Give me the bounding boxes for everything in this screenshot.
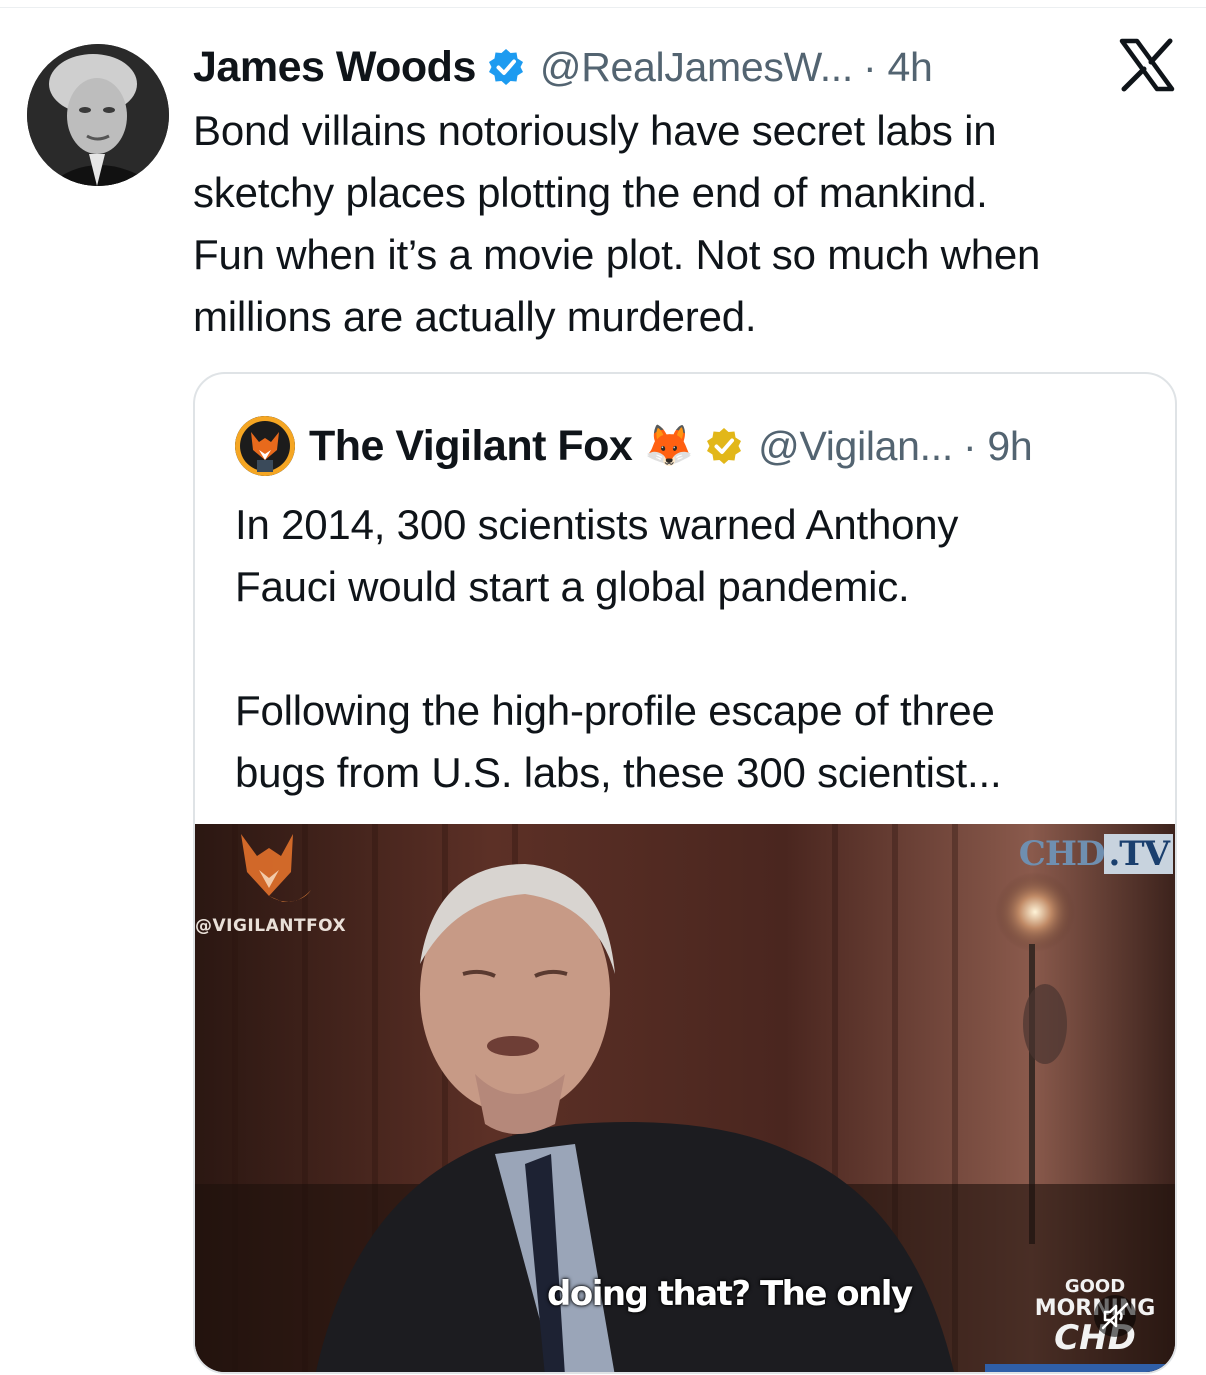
tweet-line: Fun when it’s a movie plot. Not so much … <box>193 231 1041 278</box>
watermark-text: @VIGILANTFOX <box>195 916 347 936</box>
tweet-line: sketchy places plotting the end of manki… <box>193 169 988 216</box>
tweet-line: Bond villains notoriously have secret la… <box>193 107 997 154</box>
quoted-handle[interactable]: @Vigilan... <box>758 423 953 470</box>
quoted-line: In 2014, 300 scientists warned Anthony <box>235 501 959 548</box>
tv-logo-text: .TV <box>1104 834 1173 874</box>
top-divider <box>0 7 1206 8</box>
tweet-header: James Woods @RealJamesW... · 4h <box>193 40 933 94</box>
quoted-line: Following the high-profile escape of thr… <box>235 687 995 734</box>
lower-third-strip <box>985 1364 1175 1372</box>
quoted-text: In 2014, 300 scientists warned Anthony F… <box>235 494 1155 804</box>
tweet-line: millions are actually murdered. <box>193 293 757 340</box>
quoted-tweet-card[interactable]: The Vigilant Fox 🦊 @Vigilan... · 9h In 2… <box>193 372 1177 1374</box>
video-player[interactable]: @VIGILANTFOX CHD .TV doing that? The only… <box>195 824 1175 1372</box>
gold-verified-badge-icon <box>704 426 744 466</box>
x-logo-icon[interactable] <box>1118 38 1176 92</box>
quoted-line: bugs from U.S. labs, these 300 scientist… <box>235 749 1002 796</box>
quoted-avatar[interactable] <box>235 416 295 476</box>
quoted-line: Fauci would start a global pandemic. <box>235 563 910 610</box>
author-avatar[interactable] <box>27 44 169 186</box>
chd-tv-logo: CHD .TV <box>1019 834 1173 874</box>
quoted-header: The Vigilant Fox 🦊 @Vigilan... · 9h <box>235 416 1033 476</box>
fox-emoji-icon: 🦊 <box>644 424 695 468</box>
quoted-time[interactable]: · 9h <box>963 423 1033 470</box>
tweet-text: Bond villains notoriously have secret la… <box>193 100 1183 348</box>
video-caption: doing that? The only <box>547 1274 913 1314</box>
verified-badge-icon <box>486 47 526 87</box>
quoted-author-name[interactable]: The Vigilant Fox <box>309 422 633 471</box>
vigilant-fox-watermark-icon <box>241 834 311 902</box>
author-name[interactable]: James Woods <box>193 43 476 92</box>
author-handle[interactable]: @RealJamesW... <box>540 44 853 91</box>
muted-speaker-icon[interactable] <box>1093 1294 1137 1338</box>
chd-logo-text: CHD <box>1018 834 1106 874</box>
tweet-time[interactable]: · 4h <box>863 44 933 91</box>
